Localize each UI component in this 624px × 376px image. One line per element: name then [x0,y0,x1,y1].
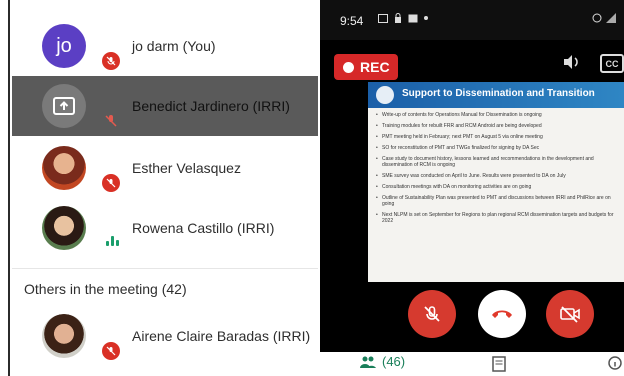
recording-label: REC [360,59,390,75]
camera-off-button[interactable] [546,290,594,338]
slide-bullets: Write-up of contents for Operations Manu… [376,112,620,229]
slide-logo-icon [376,86,394,104]
avatar: jo [42,24,86,68]
video-call-screen: 9:54 REC CC Support to Dissemination and… [320,0,624,376]
participant-row-airene[interactable]: Airene Claire Baradas (IRRI) [12,306,318,366]
participants-panel: jo jo darm (You) Benedict Jardinero (IRR… [0,0,318,376]
status-bar: 9:54 [320,0,624,40]
status-time: 9:54 [340,14,364,28]
participant-name: jo darm (You) [132,38,216,54]
slide-bullet: SO for reconstitution of PMT and TWGs fi… [376,145,620,151]
record-dot-icon [343,61,354,73]
bottom-bar: (46) [320,352,624,376]
info-icon[interactable] [608,356,622,370]
camera-off-icon [560,306,580,323]
people-count: (46) [382,354,406,369]
participant-row-esther[interactable]: Esther Velasquez [12,138,318,198]
status-right-icons [592,13,616,23]
mic-muted-icon [102,112,120,130]
mic-muted-icon [102,342,120,360]
end-call-button[interactable] [478,290,526,338]
mic-muted-icon [102,174,120,192]
participant-name: Benedict Jardinero (IRRI) [132,98,290,114]
avatar-letter: jo [56,34,72,57]
image-icon [378,13,388,23]
call-controls [320,290,624,346]
slide-bullet: Next NLPM is set on September for Region… [376,212,620,224]
mic-off-icon [424,306,440,322]
people-icon [360,356,376,368]
alarm-icon [592,13,602,23]
slide-bullet: Training modules for rebuilt FRR and RCM… [376,123,620,129]
slide-title: Support to Dissemination and Transition [402,88,595,99]
recording-indicator: REC [334,54,398,80]
panel-edge [8,0,10,376]
avatar [42,314,86,358]
avatar [42,206,86,250]
slide-bullet: Case study to document history, lessons … [376,156,620,168]
participant-name: Esther Velasquez [132,160,241,176]
captions-label: CC [605,58,619,69]
shared-presentation: Support to Dissemination and Transition … [368,82,624,282]
presentation-icon [42,84,86,128]
chat-icon[interactable] [492,356,506,372]
participant-row-rowena[interactable]: Rowena Castillo (IRRI) [12,198,318,258]
notification-icon [408,14,418,22]
slide-bullet: PMT meeting held in February; next PMT o… [376,134,620,140]
others-header: Others in the meeting (42) [24,281,187,297]
speaking-indicator-icon [106,236,119,246]
slide-header: Support to Dissemination and Transition [368,82,624,108]
people-tab[interactable]: (46) [360,354,405,369]
slide-bullet: Outline of Sustainability Plan was prese… [376,195,620,207]
mute-microphone-button[interactable] [408,290,456,338]
participant-name: Rowena Castillo (IRRI) [132,220,275,236]
participant-name: Airene Claire Baradas (IRRI) [132,328,311,344]
slide-bullet: Consultation meetings with DA on monitor… [376,184,620,190]
status-icons [378,13,428,23]
slide-bullet: Write-up of contents for Operations Manu… [376,112,620,118]
slide-bullet: SME survey was conducted on April to Jun… [376,173,620,179]
speaker-icon[interactable] [562,54,582,70]
avatar [42,146,86,190]
divider [12,268,318,269]
signal-icon [606,13,616,23]
participant-row-benedict[interactable]: Benedict Jardinero (IRRI) [12,76,318,136]
lock-icon [395,13,401,23]
phone-hangup-icon [492,310,512,318]
dot-icon [424,16,428,20]
mic-muted-icon [102,52,120,70]
participant-row-jo[interactable]: jo jo darm (You) [12,16,318,76]
captions-button[interactable]: CC [600,54,624,73]
